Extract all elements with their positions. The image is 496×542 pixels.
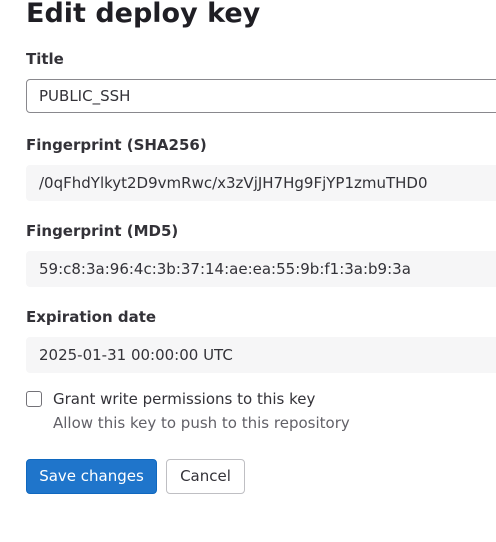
fingerprint-sha256-label: Fingerprint (SHA256) — [26, 136, 207, 154]
title-label: Title — [26, 50, 64, 68]
fingerprint-md5-label: Fingerprint (MD5) — [26, 222, 179, 240]
fingerprint-md5-value: 59:c8:3a:96:4c:3b:37:14:ae:ea:55:9b:f1:3… — [26, 251, 496, 287]
expiration-date-value: 2025-01-31 00:00:00 UTC — [26, 337, 496, 373]
write-permission-label[interactable]: Grant write permissions to this key — [53, 390, 315, 408]
fingerprint-sha256-value: /0qFhdYlkyt2D9vmRwc/x3zVjJH7Hg9FjYP1zmuT… — [26, 165, 496, 201]
write-permission-checkbox[interactable] — [26, 391, 42, 407]
title-input[interactable] — [26, 79, 496, 113]
save-changes-button[interactable]: Save changes — [26, 459, 157, 494]
cancel-button[interactable]: Cancel — [166, 459, 245, 494]
write-permission-help-text: Allow this key to push to this repositor… — [53, 414, 350, 432]
page-title: Edit deploy key — [26, 0, 261, 29]
edit-deploy-key-page: Edit deploy key Title Fingerprint (SHA25… — [0, 0, 496, 542]
expiration-date-label: Expiration date — [26, 308, 157, 326]
